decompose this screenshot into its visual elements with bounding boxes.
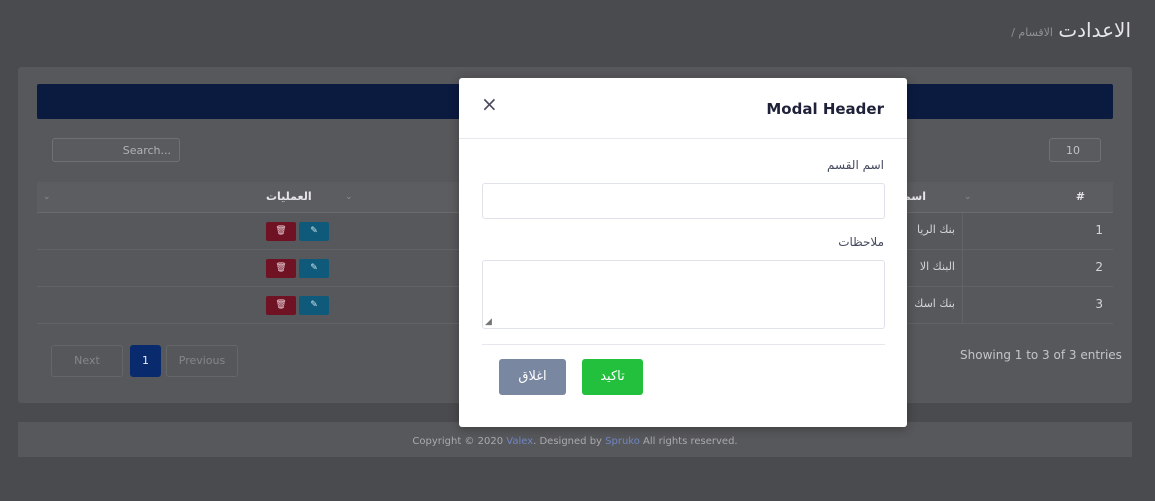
footer-prefix: Copyright © 2020	[412, 436, 507, 447]
pagination-next[interactable]: Next	[51, 345, 123, 377]
modal-header: × Modal Header	[459, 78, 907, 139]
footer-author-link[interactable]: Spruko	[605, 436, 640, 447]
pagination-page-1[interactable]: 1	[130, 345, 161, 377]
sort-chevron-icon: ⌄	[345, 192, 353, 202]
row-name: البنك الا	[919, 260, 955, 273]
edit-button[interactable]: ✎	[299, 259, 329, 278]
page-title: الاعدادت	[1058, 18, 1131, 42]
entries-info: Showing 1 to 3 of 3 entries	[960, 348, 1122, 362]
cell-divider	[962, 213, 963, 249]
footer-suffix: All rights reserved.	[639, 436, 738, 447]
delete-button[interactable]: 🗑	[266, 222, 296, 241]
resize-grip-icon[interactable]: ◢	[485, 317, 492, 327]
modal-title: Modal Header	[766, 100, 884, 118]
cell-divider	[962, 287, 963, 323]
close-button[interactable]: اغلاق	[499, 359, 566, 395]
pencil-icon: ✎	[310, 300, 318, 310]
notes-textarea[interactable]: ◢	[482, 260, 885, 329]
footer-brand-link[interactable]: Valex	[506, 436, 533, 447]
pencil-icon: ✎	[310, 226, 318, 236]
pagination-previous[interactable]: Previous	[166, 345, 238, 377]
row-name: بنك اسك	[914, 297, 955, 310]
edit-button[interactable]: ✎	[299, 222, 329, 241]
footer: Copyright © 2020 Valex. Designed by Spru…	[18, 422, 1132, 457]
confirm-button[interactable]: تاكيد	[582, 359, 643, 395]
breadcrumb: / الاقسام	[1011, 26, 1053, 39]
page-length-value: 10	[1066, 144, 1080, 157]
sort-chevron-icon: ⌄	[964, 192, 972, 202]
row-index: 2	[1095, 260, 1103, 274]
trash-icon: 🗑	[275, 300, 287, 310]
delete-button[interactable]: 🗑	[266, 259, 296, 278]
page-length-select[interactable]: 10	[1049, 138, 1101, 162]
close-icon[interactable]: ×	[481, 94, 498, 114]
trash-icon: 🗑	[275, 226, 287, 236]
footer-text: Copyright © 2020 Valex. Designed by Spru…	[18, 436, 1132, 447]
section-name-input[interactable]	[482, 183, 885, 219]
cell-divider	[962, 250, 963, 286]
notes-label: ملاحظات	[838, 235, 884, 249]
row-index: 1	[1095, 223, 1103, 237]
column-header-actions[interactable]: العمليات	[266, 190, 312, 203]
row-name: بنك الريا	[916, 223, 955, 236]
pencil-icon: ✎	[310, 263, 318, 273]
column-header-index[interactable]: #	[1076, 190, 1085, 203]
search-placeholder: Search...	[122, 144, 171, 157]
row-index: 3	[1095, 297, 1103, 311]
footer-middle: . Designed by	[533, 436, 606, 447]
search-input[interactable]: Search...	[52, 138, 180, 162]
section-name-label: اسم القسم	[827, 158, 884, 172]
sort-chevron-icon: ⌄	[43, 192, 51, 202]
trash-icon: 🗑	[275, 263, 287, 273]
edit-button[interactable]: ✎	[299, 296, 329, 315]
modal-dialog: × Modal Header اسم القسم ملاحظات ◢ تاكيد…	[459, 78, 907, 427]
delete-button[interactable]: 🗑	[266, 296, 296, 315]
modal-divider	[482, 344, 885, 345]
